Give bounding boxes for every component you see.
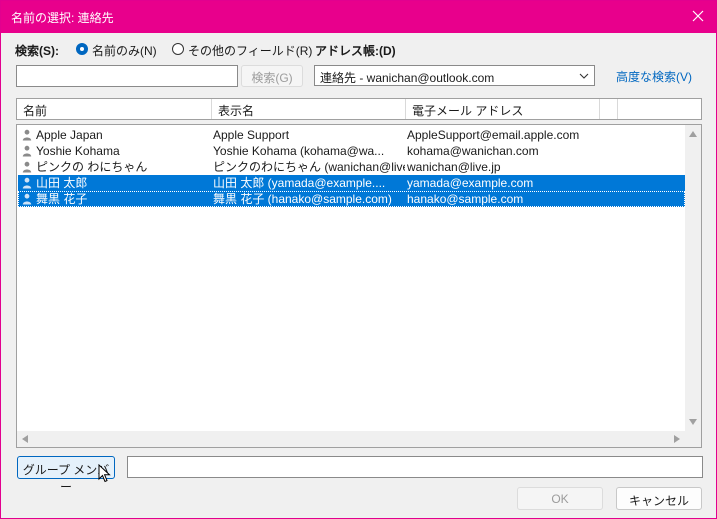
cell-email: yamada@example.com	[407, 176, 534, 190]
address-book-select[interactable]: 連絡先 - wanichan@outlook.com	[314, 65, 595, 86]
person-icon	[22, 129, 32, 141]
search-button[interactable]: 検索(G)	[241, 65, 303, 87]
vertical-scrollbar[interactable]	[685, 125, 701, 431]
cell-name: 山田 太郎	[36, 176, 88, 190]
cell-email: hanako@sample.com	[407, 192, 524, 206]
table-row[interactable]: 山田 太郎 山田 太郎 (yamada@example.... yamada@exa…	[18, 175, 685, 191]
scroll-up-icon[interactable]	[689, 131, 697, 137]
horizontal-scrollbar[interactable]	[17, 431, 685, 447]
cell-display-name: Apple Support	[213, 128, 290, 142]
table-row[interactable]: Apple Japan Apple Support AppleSupport@ema…	[18, 127, 685, 143]
column-email[interactable]: 電子メール アドレス	[406, 99, 600, 119]
scrollbar-corner	[685, 431, 701, 447]
cancel-button[interactable]: キャンセル	[616, 487, 702, 510]
person-icon	[22, 161, 32, 173]
cell-name: ピンクの わにちゃん	[36, 160, 148, 174]
ok-button[interactable]: OK	[517, 487, 603, 510]
radio-other-fields-label[interactable]: その他のフィールド(R)	[188, 42, 312, 59]
radio-name-only-label[interactable]: 名前のみ(N)	[92, 42, 157, 59]
cell-email: kohama@wanichan.com	[407, 144, 539, 158]
cell-display-name: ピンクのわにちゃん (wanichan@live....	[213, 160, 405, 174]
address-book-value: 連絡先 - wanichan@outlook.com	[320, 71, 495, 85]
cell-name: 舞黒 花子	[36, 192, 88, 206]
cell-display-name: 山田 太郎 (yamada@example....	[213, 176, 386, 190]
members-field[interactable]	[127, 456, 703, 478]
radio-other-fields[interactable]	[172, 43, 184, 55]
cell-name: Apple Japan	[36, 128, 103, 142]
cell-name: Yoshie Kohama	[36, 144, 120, 158]
table-row[interactable]: Yoshie Kohama Yoshie Kohama (kohama@wa...…	[18, 143, 685, 159]
table-row[interactable]: 舞黒 花子 舞黒 花子 (hanako@sample.com) hanako@sam…	[18, 191, 685, 207]
contact-list[interactable]: Apple Japan Apple Support AppleSupport@ema…	[16, 124, 702, 448]
address-book-label: アドレス帳:(D)	[315, 44, 396, 58]
column-spacer	[600, 99, 618, 119]
close-icon[interactable]	[688, 6, 708, 26]
person-icon	[22, 145, 32, 157]
search-input[interactable]	[16, 65, 238, 87]
scroll-left-icon[interactable]	[22, 435, 28, 443]
mouse-pointer-icon	[98, 464, 111, 483]
column-display-name[interactable]: 表示名	[212, 99, 406, 119]
person-icon	[22, 177, 32, 189]
person-icon	[22, 193, 32, 205]
cell-display-name: 舞黒 花子 (hanako@sample.com)	[213, 192, 392, 206]
scroll-right-icon[interactable]	[674, 435, 680, 443]
table-row[interactable]: ピンクの わにちゃん ピンクのわにちゃん (wanichan@live.... wa…	[18, 159, 685, 175]
scroll-down-icon[interactable]	[689, 419, 697, 425]
radio-name-only[interactable]	[76, 43, 88, 55]
cell-display-name: Yoshie Kohama (kohama@wa...	[213, 144, 385, 158]
window-title: 名前の選択: 連絡先	[11, 11, 114, 25]
column-header: 名前 表示名 電子メール アドレス	[16, 98, 702, 120]
chevron-down-icon	[578, 70, 590, 82]
cell-email: AppleSupport@email.apple.com	[407, 128, 580, 142]
advanced-search-link[interactable]: 高度な検索(V)	[616, 68, 692, 85]
cell-email: wanichan@live.jp	[407, 160, 501, 174]
search-label: 検索(S):	[15, 44, 59, 58]
column-name[interactable]: 名前	[17, 99, 212, 119]
select-names-dialog: 名前の選択: 連絡先 検索(S): 名前のみ(N) その他のフィールド(R) ア…	[0, 0, 717, 519]
title-bar: 名前の選択: 連絡先	[1, 1, 716, 33]
